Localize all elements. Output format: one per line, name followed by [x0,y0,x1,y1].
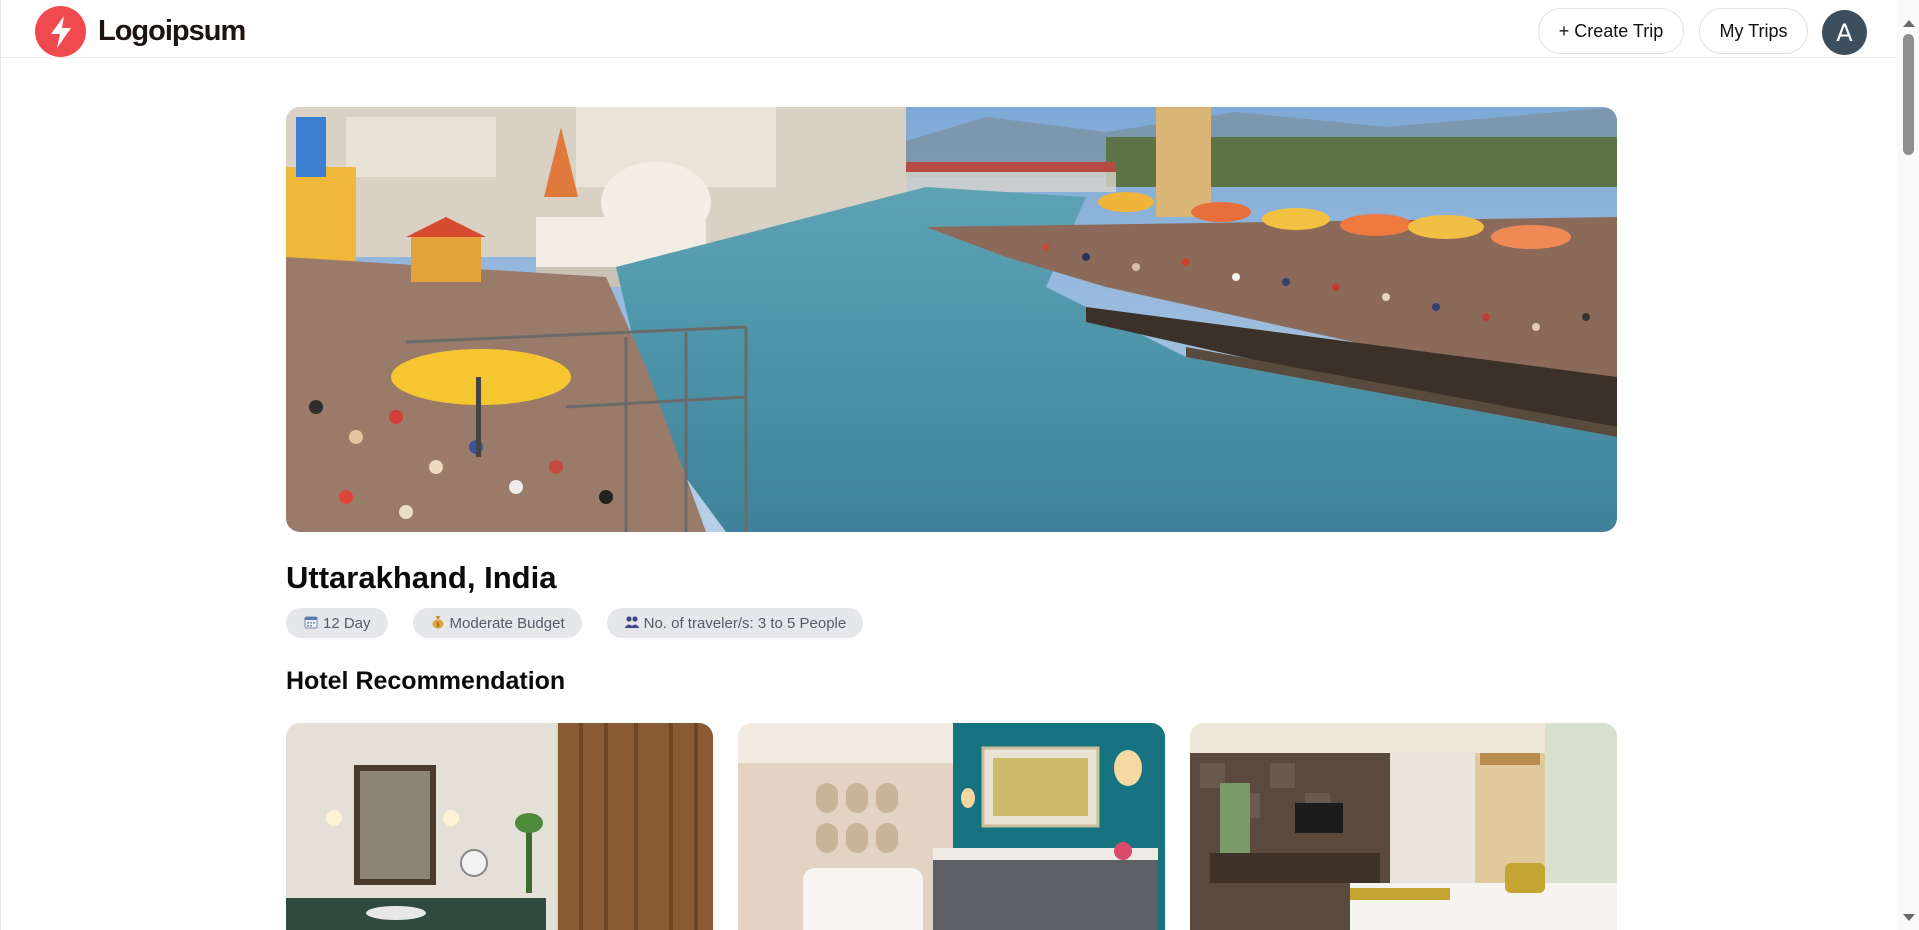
budget-chip: $ Moderate Budget [412,608,582,639]
travelers-chip: No. of traveler/s: 3 to 5 People [606,608,864,639]
place-title: Uttarakhand, India [286,560,557,595]
avatar[interactable]: A [1822,10,1867,55]
calendar-icon [303,615,319,632]
hotel-image [286,723,713,930]
hotel-card[interactable] [286,723,713,930]
hotel-list [286,723,1617,930]
scroll-down-arrow-icon[interactable] [1903,914,1915,921]
hotel-image [1190,723,1617,930]
trip-info-chips: 12 Day $ Moderate Budget No. of traveler… [286,608,1617,639]
scroll-up-arrow-icon[interactable] [1903,20,1915,27]
hotel-image [738,723,1165,930]
duration-label: 12 Day [323,614,371,632]
site-header: Logoipsum + Create Trip My Trips A [1,0,1898,58]
money-bag-icon: $ [430,615,446,632]
budget-label: Moderate Budget [449,614,565,632]
travelers-label: No. of traveler/s: 3 to 5 People [643,614,847,632]
logo-text: Logoipsum [98,15,246,47]
my-trips-button[interactable]: My Trips [1699,8,1808,54]
hotel-card[interactable] [1190,723,1617,930]
page-scrollbar[interactable] [1897,0,1919,930]
duration-chip: 12 Day [286,608,388,639]
create-trip-button[interactable]: + Create Trip [1538,8,1684,54]
hotel-section-title: Hotel Recommendation [286,667,566,696]
logo-bolt-icon [35,6,86,57]
logo[interactable]: Logoipsum [35,6,246,57]
hotel-card[interactable] [738,723,1165,930]
hero-image [286,107,1617,532]
trip-content: Uttarakhand, India 12 Day $ Moderate Bud… [286,107,1617,930]
people-icon [624,615,640,632]
svg-text:$: $ [436,621,440,628]
scroll-thumb[interactable] [1903,34,1914,155]
browser-page: Logoipsum + Create Trip My Trips A Uttar… [0,0,1919,930]
